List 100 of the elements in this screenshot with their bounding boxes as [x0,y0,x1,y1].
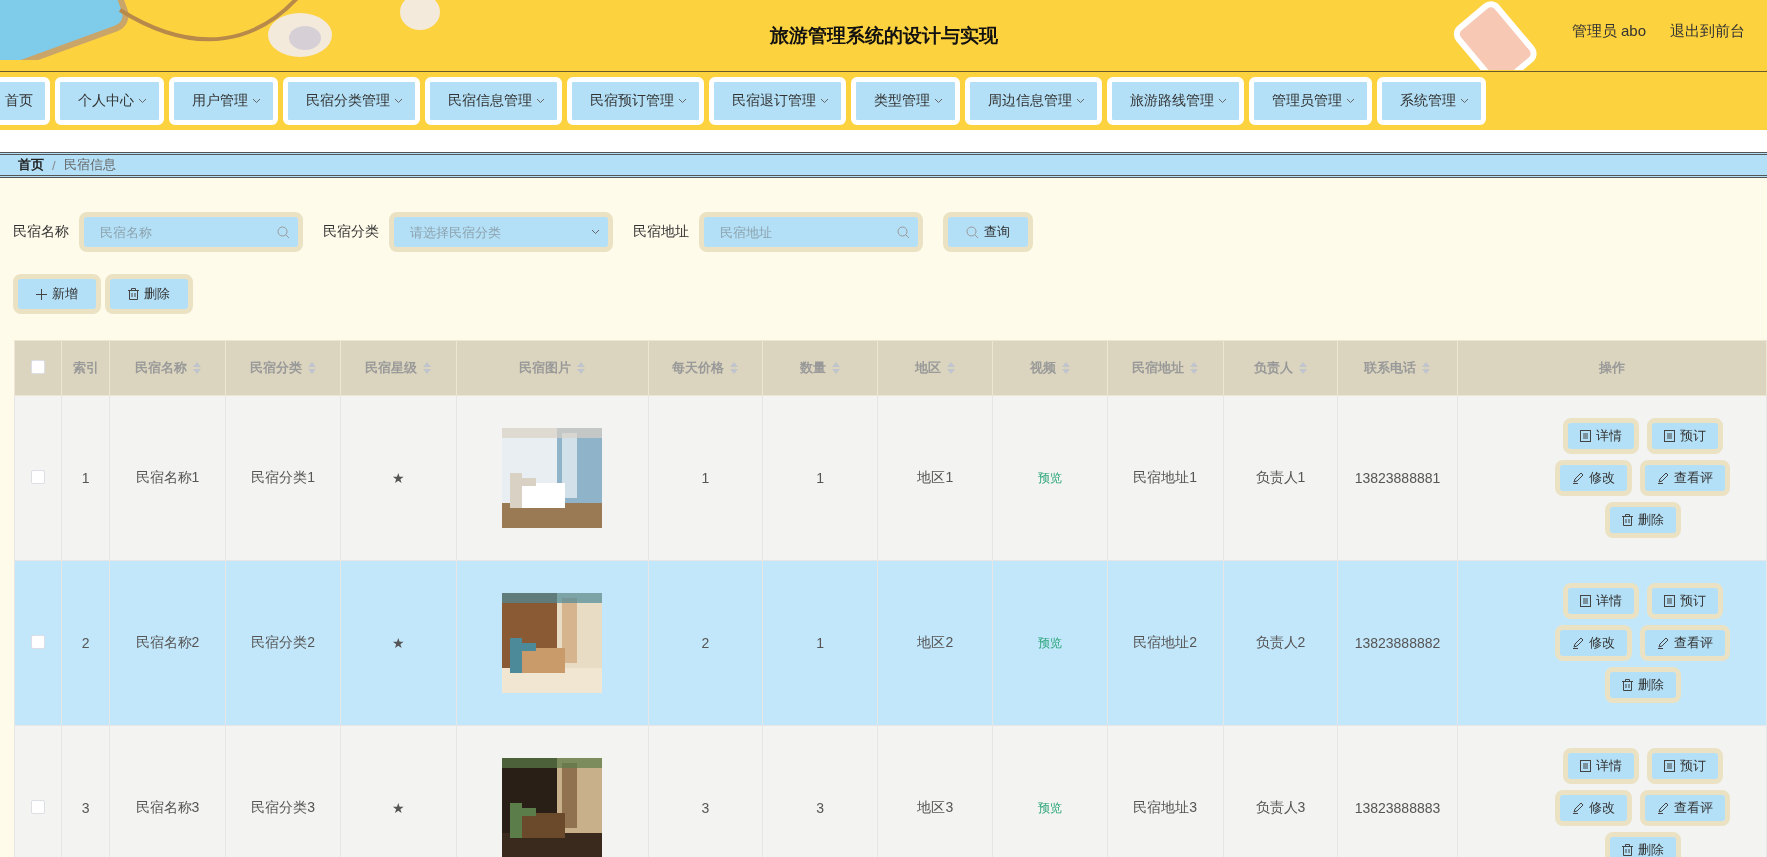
nav-menu-item[interactable]: 民宿信息管理 [425,77,562,125]
action-button[interactable]: 预订 [1646,418,1723,454]
nav-menu-item[interactable]: 类型管理 [851,77,960,125]
table-cell: 负责人1 [1255,469,1306,485]
table-cell: 13823888883 [1354,800,1441,816]
nav-menu-item[interactable]: 首页 [0,77,50,125]
trash-icon [1621,844,1633,856]
table-cell: 13823888881 [1354,470,1441,486]
nav-menu-item[interactable]: 民宿分类管理 [283,77,420,125]
caret-icon [820,98,829,104]
nav-menu-item[interactable]: 个人中心 [55,77,164,125]
row-checkbox[interactable] [31,634,46,649]
caret-icon [252,98,261,104]
sort-icon[interactable] [832,362,841,374]
document-icon [1579,595,1591,607]
sort-icon[interactable] [423,362,432,374]
action-button[interactable]: 详情 [1562,748,1639,784]
table-cell: 1 [701,470,710,486]
action-button[interactable]: 查看评 [1640,625,1731,661]
select-field[interactable]: 请选择民宿分类 [408,223,591,241]
search-field[interactable]: 民宿名称 [98,223,277,241]
row-checkbox[interactable] [31,469,46,484]
document-icon [1663,430,1675,442]
pencil-icon [1572,472,1585,484]
plus-icon [36,288,47,300]
search-box[interactable]: 民宿地址 [699,212,923,252]
nav-menu-item[interactable]: 民宿预订管理 [567,77,704,125]
table-row[interactable]: 2 民宿名称2 民宿分类2 ★ 2 1 地区2 预览 民宿地址2 负责人2 13823888882 详情 预订 修改 查看评 删除 [14,560,1767,726]
table-cell: 地区2 [917,634,954,650]
row-checkbox[interactable] [31,799,46,814]
table-cell: 1 [81,470,90,486]
caret-icon [1346,98,1355,104]
pencil-icon [1572,802,1585,814]
delete-button[interactable]: 删除 [105,274,193,314]
action-button[interactable]: 修改 [1555,625,1633,661]
table-cell: ★ [392,635,405,651]
table-cell: 民宿分类2 [251,634,316,650]
query-button[interactable]: 查询 [943,212,1033,252]
field-label: 民宿名称 [13,223,69,241]
nav-menu-item[interactable]: 周边信息管理 [965,77,1102,125]
table-cell: 民宿分类3 [251,799,316,815]
caret-icon [138,98,147,104]
search-field[interactable]: 民宿地址 [718,223,897,241]
action-button[interactable]: 详情 [1562,583,1639,619]
pencil-icon [1657,472,1670,484]
field-label: 民宿地址 [633,223,689,241]
breadcrumb-item: 民宿信息 [63,156,116,174]
breadcrumb-item[interactable]: 首页 [18,156,44,174]
nav-menu-item[interactable]: 民宿退订管理 [709,77,846,125]
table-row[interactable]: 3 民宿名称3 民宿分类3 ★ 3 3 地区3 预览 民宿地址3 负责人3 13823888883 详情 预订 修改 查看评 删除 [14,725,1767,857]
action-button[interactable]: 修改 [1555,460,1633,496]
table-cell: 民宿地址1 [1133,469,1198,485]
table-cell: 3 [816,800,824,816]
nav-menu-item[interactable]: 用户管理 [169,77,278,125]
action-button[interactable]: 删除 [1604,667,1681,703]
sort-icon[interactable] [1298,362,1307,374]
search-icon [966,225,979,239]
sort-icon[interactable] [308,362,317,374]
table-cell: 民宿地址3 [1133,799,1198,815]
caret-icon [1460,98,1469,104]
trash-icon [1621,679,1633,691]
action-button[interactable]: 查看评 [1640,790,1731,826]
action-button[interactable]: 预订 [1646,583,1723,619]
table-row[interactable]: 1 民宿名称1 民宿分类1 ★ 1 1 地区1 预览 民宿地址1 负责人1 13823888881 详情 预订 修改 查看评 删除 [14,395,1767,561]
add-button[interactable]: 新增 [13,274,101,314]
sort-icon[interactable] [1190,362,1199,374]
sort-icon[interactable] [730,362,739,374]
select-box[interactable]: 请选择民宿分类 [389,212,613,252]
action-button[interactable]: 修改 [1555,790,1633,826]
breadcrumb-separator: / [52,157,56,173]
document-icon [1579,760,1591,772]
action-button[interactable]: 查看评 [1640,460,1731,496]
sort-icon[interactable] [192,362,201,374]
sort-icon[interactable] [577,362,586,374]
sort-icon[interactable] [1062,362,1071,374]
select-all-checkbox[interactable] [31,359,46,374]
sort-icon[interactable] [1422,362,1431,374]
exit-link[interactable]: 退出到前台 [1670,22,1745,41]
caret-icon [1218,98,1227,104]
caret-icon [591,229,600,235]
table-cell: 民宿名称2 [135,634,200,650]
search-box[interactable]: 民宿名称 [79,212,303,252]
action-button[interactable]: 删除 [1604,502,1681,538]
table-cell: ★ [392,800,405,816]
nav-menu-item[interactable]: 旅游路线管理 [1107,77,1244,125]
document-icon [1579,430,1591,442]
action-button[interactable]: 详情 [1562,418,1639,454]
table-cell: 13823888882 [1354,635,1441,651]
nav-menu-item[interactable]: 系统管理 [1377,77,1486,125]
table-cell: 1 [816,635,824,651]
field-label: 民宿分类 [323,223,379,241]
table-cell: 民宿名称3 [135,799,200,815]
caret-icon [1076,98,1085,104]
caret-icon [536,98,545,104]
action-button[interactable]: 预订 [1646,748,1723,784]
nav-menu-item[interactable]: 管理员管理 [1249,77,1372,125]
caret-icon [934,98,943,104]
sort-icon[interactable] [947,362,956,374]
table-cell: 3 [81,800,90,816]
action-button[interactable]: 删除 [1604,832,1681,857]
